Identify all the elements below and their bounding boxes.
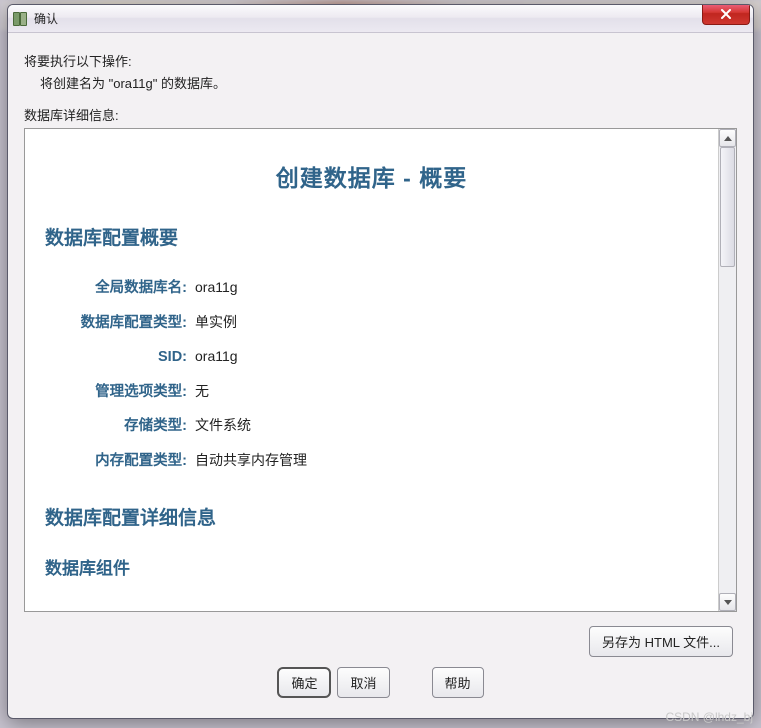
row-val: 单实例	[191, 309, 237, 336]
config-table: 全局数据库名: ora11g 数据库配置类型: 单实例 SID: ora11g …	[51, 274, 698, 475]
app-icon	[12, 11, 28, 27]
table-row: 数据库配置类型: 单实例	[51, 309, 698, 338]
summary-content: 创建数据库 - 概要 数据库配置概要 全局数据库名: ora11g 数据库配置类…	[25, 129, 718, 611]
intro-line1: 将要执行以下操作:	[24, 51, 737, 73]
ok-button[interactable]: 确定	[277, 667, 331, 698]
detail-label: 数据库详细信息:	[24, 105, 737, 124]
row-key: 内存配置类型:	[51, 448, 191, 476]
window-title: 确认	[34, 10, 58, 27]
save-html-button[interactable]: 另存为 HTML 文件...	[589, 626, 733, 657]
detail-heading: 数据库配置详细信息	[45, 503, 698, 530]
components-heading: 数据库组件	[45, 554, 698, 579]
watermark: CSDN @lhdz_bj	[665, 710, 753, 724]
arrow-down-icon	[724, 600, 732, 605]
row-key: 管理选项类型:	[51, 379, 191, 407]
cancel-button[interactable]: 取消	[337, 667, 389, 698]
save-row: 另存为 HTML 文件...	[24, 612, 737, 663]
row-val: 自动共享内存管理	[191, 447, 307, 474]
scroll-down-button[interactable]	[719, 593, 736, 611]
summary-frame: 创建数据库 - 概要 数据库配置概要 全局数据库名: ora11g 数据库配置类…	[24, 128, 737, 612]
row-val: ora11g	[191, 343, 238, 370]
row-key: 存储类型:	[51, 413, 191, 441]
close-icon	[720, 9, 732, 19]
help-button[interactable]: 帮助	[432, 667, 484, 698]
row-key: 数据库配置类型:	[51, 310, 191, 338]
titlebar[interactable]: 确认	[8, 5, 753, 33]
row-val: 文件系统	[191, 412, 251, 439]
row-key: SID:	[51, 344, 191, 372]
close-button[interactable]	[702, 4, 750, 25]
row-val: 无	[191, 378, 209, 405]
row-val: ora11g	[191, 274, 238, 301]
table-row: 管理选项类型: 无	[51, 378, 698, 407]
table-row: 内存配置类型: 自动共享内存管理	[51, 447, 698, 476]
scroll-track[interactable]	[719, 147, 736, 593]
button-row: 确定 取消 帮助	[24, 663, 737, 708]
arrow-up-icon	[724, 136, 732, 141]
dialog-body: 将要执行以下操作: 将创建名为 "ora11g" 的数据库。 数据库详细信息: …	[8, 33, 753, 718]
confirm-dialog: 确认 将要执行以下操作: 将创建名为 "ora11g" 的数据库。 数据库详细信…	[7, 4, 754, 719]
scroll-up-button[interactable]	[719, 129, 736, 147]
intro-line2: 将创建名为 "ora11g" 的数据库。	[24, 73, 737, 95]
scrollbar[interactable]	[718, 129, 736, 611]
table-row: SID: ora11g	[51, 343, 698, 372]
summary-title: 创建数据库 - 概要	[45, 159, 698, 193]
config-heading: 数据库配置概要	[45, 223, 698, 250]
row-key: 全局数据库名:	[51, 275, 191, 303]
table-row: 存储类型: 文件系统	[51, 412, 698, 441]
scroll-thumb[interactable]	[720, 147, 735, 267]
table-row: 全局数据库名: ora11g	[51, 274, 698, 303]
